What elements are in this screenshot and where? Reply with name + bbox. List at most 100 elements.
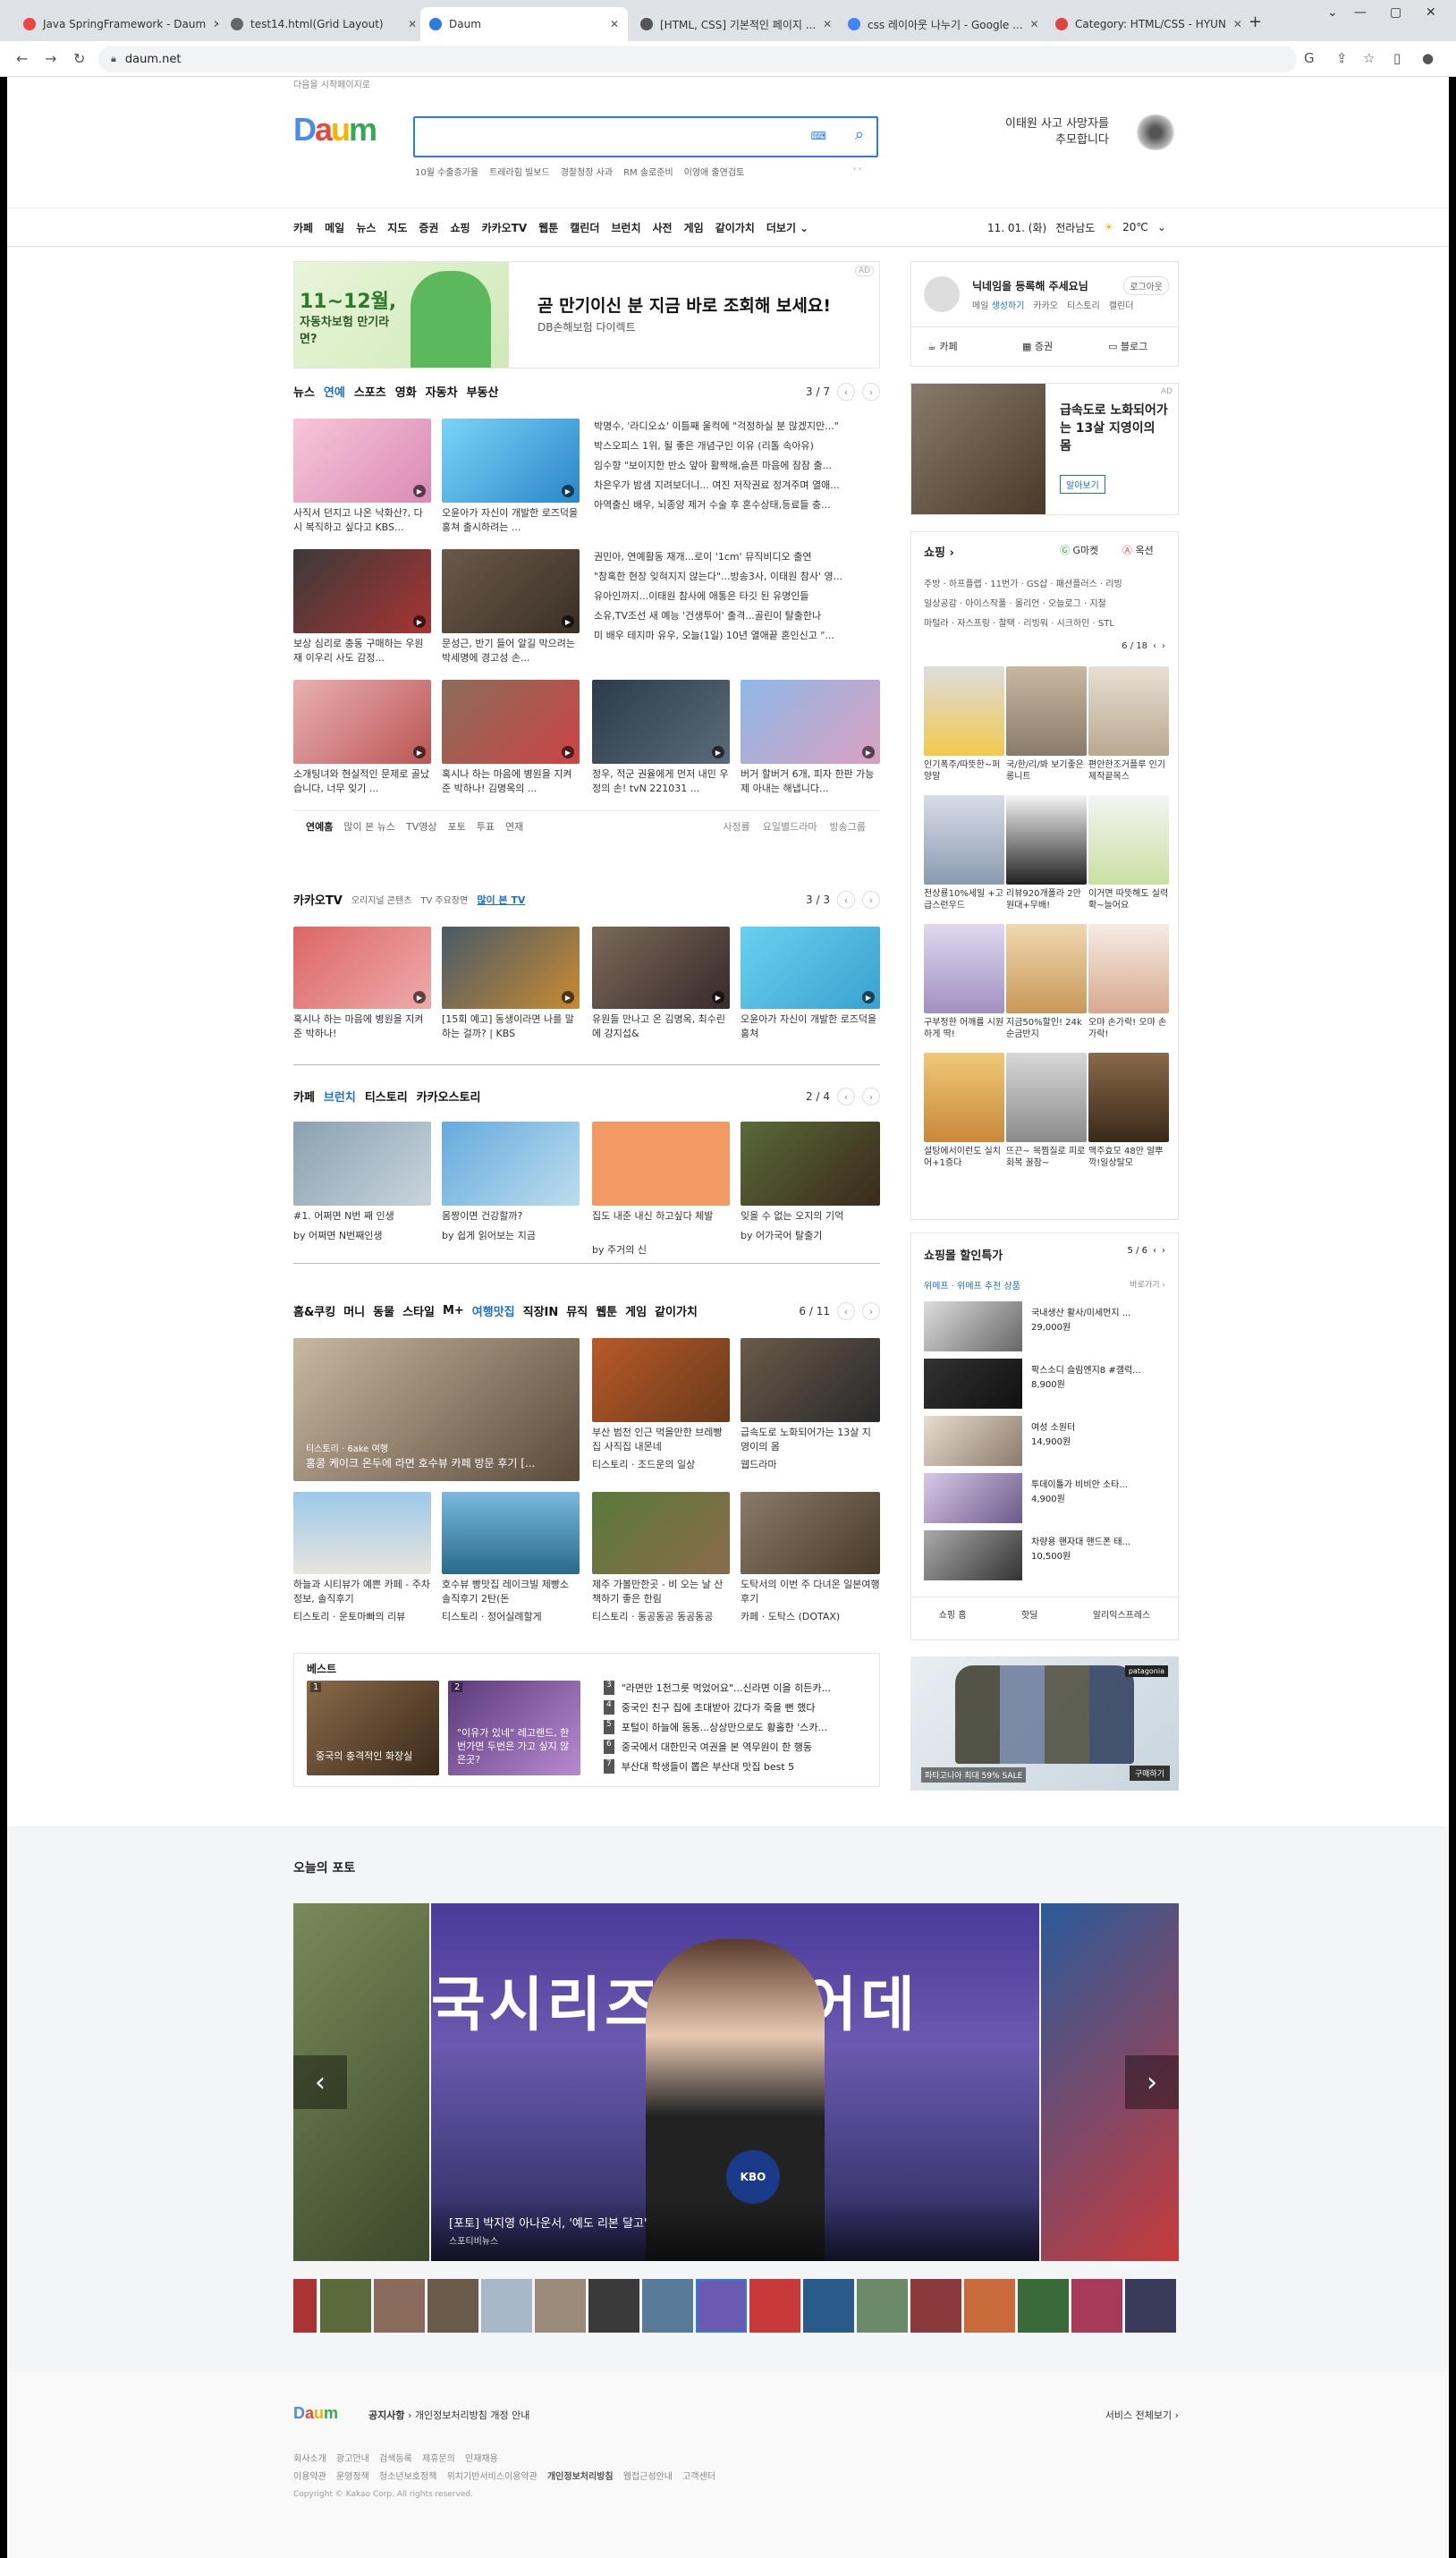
close-icon[interactable]: ✕ [213,18,218,30]
life-thumb[interactable] [741,1492,880,1574]
news-caption[interactable]: 오윤아가 자신이 개발한 로즈덕을 홍쳐 출시하려는 ... [442,506,580,537]
photo-thumb[interactable] [481,2279,532,2333]
news-caption[interactable]: 정우, 적군 권율에게 먼저 내민 우정의 손! tvN 221031 ... [592,767,730,798]
side-ad-button[interactable]: 알아보기 [1060,475,1105,494]
reload-icon[interactable]: ↻ [73,50,85,67]
shopping-title[interactable]: 쇼핑 › [924,543,954,560]
news-caption[interactable]: 버거 할버거 6개, 피자 한판 가능 제 아내는 해냅니다... [741,767,880,798]
url-field[interactable]: 🔒︎ daum.net [98,46,1297,72]
logout-button[interactable]: 로그아웃 [1123,276,1169,295]
tab-movie[interactable]: 영화 [395,383,417,400]
next-icon[interactable]: › [862,891,880,909]
weather-widget[interactable]: 11. 01. (화) 전라남도 ☀ 20℃ ⌄ [987,218,1179,236]
content-thumb[interactable] [741,1122,880,1206]
next-icon[interactable]: › [1162,641,1165,651]
news-thumb[interactable]: ▶ [293,680,431,764]
keyword-link[interactable]: 이영애 출연검토 [684,165,745,178]
browser-tab[interactable]: Java SpringFramework - Daum ✕ [14,7,218,41]
browser-tab[interactable]: css 레이아웃 나누기 - Google ... ✕ [839,7,1043,41]
nav-calendar[interactable]: 캘린더 [570,220,599,238]
tab-search-icon[interactable]: ⌄ [1327,5,1338,20]
headline-link[interactable]: 아역출신 배우, 뇌종양 제거 수술 후 혼수상태,등료들 충... [594,497,871,512]
nav-kakaotv[interactable]: 카카오TV [482,220,528,238]
quick-stock[interactable]: ▦ 증권 [1022,339,1053,353]
keyword-link[interactable]: 10월 수출증가율 [415,165,478,178]
news-thumb[interactable]: ▶ [442,680,580,764]
quick-cafe[interactable]: ☕ 카페 [927,339,958,353]
news-thumb[interactable]: ▶ [293,419,431,503]
photo-thumb[interactable] [320,2279,371,2333]
nav-webtoon[interactable]: 웹툰 [538,220,558,238]
headline-link[interactable]: 유아인까지...이태원 참사에 애통은 타깃 된 유명인들 [594,589,871,603]
nav-more[interactable]: 더보기 ⌄ [766,220,808,238]
bookmark-star-icon[interactable]: ☆ [1363,50,1375,66]
nav-cafe[interactable]: 카페 [293,220,313,238]
nav-game[interactable]: 게임 [684,220,704,238]
news-caption[interactable]: 문성근, 반기 들어 알길 막으려는 박세명에 경고성 손... [442,637,580,667]
ad-banner[interactable]: 11~12월, 자동차보험 만기라면? 곧 만기이신 분 지금 바로 조회해 보… [293,261,880,368]
discount-item[interactable]: 국내생산 활사/미세먼지 ... 29,000원 [924,1301,1167,1351]
best-item[interactable]: 3 "라면만 1천그릇 먹었어요"...신라면 이을 히든카... [604,1681,868,1695]
life-thumb[interactable] [741,1338,880,1422]
nav-news[interactable]: 뉴스 [356,220,376,238]
discount-more[interactable]: 바로가기 › [1130,1278,1165,1290]
footer-logo[interactable]: Daum [293,2404,338,2423]
forward-icon[interactable]: → [45,50,56,67]
kakaotv-thumb[interactable]: ▶ [442,927,580,1009]
life-thumb[interactable] [442,1492,580,1574]
shop-item[interactable]: 편안한조거플루 인기제작끝목스 [1088,666,1169,784]
next-arrow-icon[interactable]: › [1125,2055,1179,2109]
keyword-pager-icon[interactable]: ‹ › [853,165,861,173]
kakaotv-caption[interactable]: [15회 예고] 동생이라면 나를 말하는 걸까? | KBS [442,1012,580,1043]
shop-item[interactable]: 지금50%할인! 24k순금반지 [1006,924,1087,1042]
keyboard-icon[interactable]: ⌨ [811,130,826,142]
sidebar-icon[interactable]: ▯ [1393,50,1401,66]
browser-tab[interactable]: test14.html(Grid Layout) ✕ [222,7,426,41]
photo-thumb[interactable] [535,2279,586,2333]
news-thumb[interactable]: ▶ [741,680,880,764]
close-icon[interactable]: ✕ [408,18,417,30]
keyword-link[interactable]: 경찰청장 사과 [561,165,613,178]
share-icon[interactable]: ⇪ [1336,50,1348,66]
tab-realestate[interactable]: 부동산 [467,383,499,400]
daum-logo[interactable]: Daum [293,111,377,148]
best-card[interactable]: 1 중국의 충격적인 화장실 [307,1681,439,1775]
maximize-icon[interactable]: ▢ [1390,5,1401,20]
next-icon[interactable]: › [1162,1246,1165,1256]
shop-item[interactable]: 인기폭주/따뜻한~퍼양말 [924,666,1004,784]
best-item[interactable]: 5 포털이 하늘에 동동...상상만으로도 황홀한 '스카... [604,1720,868,1734]
buy-button[interactable]: 구매하기 [1129,1766,1170,1781]
new-tab-icon[interactable]: + [1249,13,1262,31]
google-icon[interactable]: G [1304,50,1315,66]
kakaotv-thumb[interactable]: ▶ [293,927,431,1009]
browser-tab[interactable]: Category: HTML/CSS - HYUN ✕ [1046,7,1243,41]
news-thumb[interactable]: ▶ [442,419,580,503]
photo-thumb[interactable] [1071,2279,1122,2333]
side-ad[interactable]: 급속도로 노화되어가는 13살 지영이의 몸 알아보기 AD [910,383,1179,515]
prev-icon[interactable]: ‹ [837,891,855,909]
search-input[interactable]: ⌨ ⌕ [413,116,878,157]
photo-main[interactable]: 국시리즈 미디어데 KBO [포토] 박지영 아나운서, '예도 리본 달고' … [431,1903,1039,2261]
shop-item[interactable]: 이거면 따뜻해도 실력 확~늘어요 [1088,795,1169,913]
content-thumb[interactable] [442,1122,580,1206]
set-homepage-link[interactable]: 다음을 시작페이지로 [293,77,370,90]
nav-shopping[interactable]: 쇼핑 [450,220,470,238]
discount-item[interactable]: 투데이톨가 비비안 소타... 4,900원 [924,1473,1167,1523]
tab-sports[interactable]: 스포츠 [354,383,386,400]
photo-thumb-active[interactable] [696,2279,747,2333]
news-thumb[interactable]: ▶ [592,680,730,764]
photo-thumb[interactable] [964,2279,1015,2333]
shop-item[interactable]: 오먀 손가락! 오먀 손가락! [1088,924,1169,1042]
news-caption[interactable]: 사직서 던지고 나온 낙화산?, 다시 복직하고 싶다고 KBS... [293,506,431,537]
photo-thumb[interactable] [374,2279,425,2333]
nav-map[interactable]: 지도 [387,220,407,238]
headline-link[interactable]: 차은우가 밤샘 지려보더니... 여진 저작권료 정겨주며 열애... [594,478,871,492]
life-main-thumb[interactable]: 티스토리 · 6ake 여행 홍콩 케이크 온두에 라면 호수뷰 카페 방문 후… [293,1338,580,1481]
nav-brunch[interactable]: 브런치 [611,220,640,238]
headline-link[interactable]: 권민아, 연예활동 재개...로이 '1cm' 뮤직비디오 출연 [594,549,871,563]
prev-icon[interactable]: ‹ [837,1302,855,1320]
quick-blog[interactable]: ▭ 블로그 [1108,339,1147,353]
next-icon[interactable]: › [862,1302,880,1320]
best-item[interactable]: 4 중국인 친구 집에 초대받아 갔다가 죽을 뻔 했다 [604,1700,868,1715]
content-thumb[interactable] [293,1122,431,1206]
